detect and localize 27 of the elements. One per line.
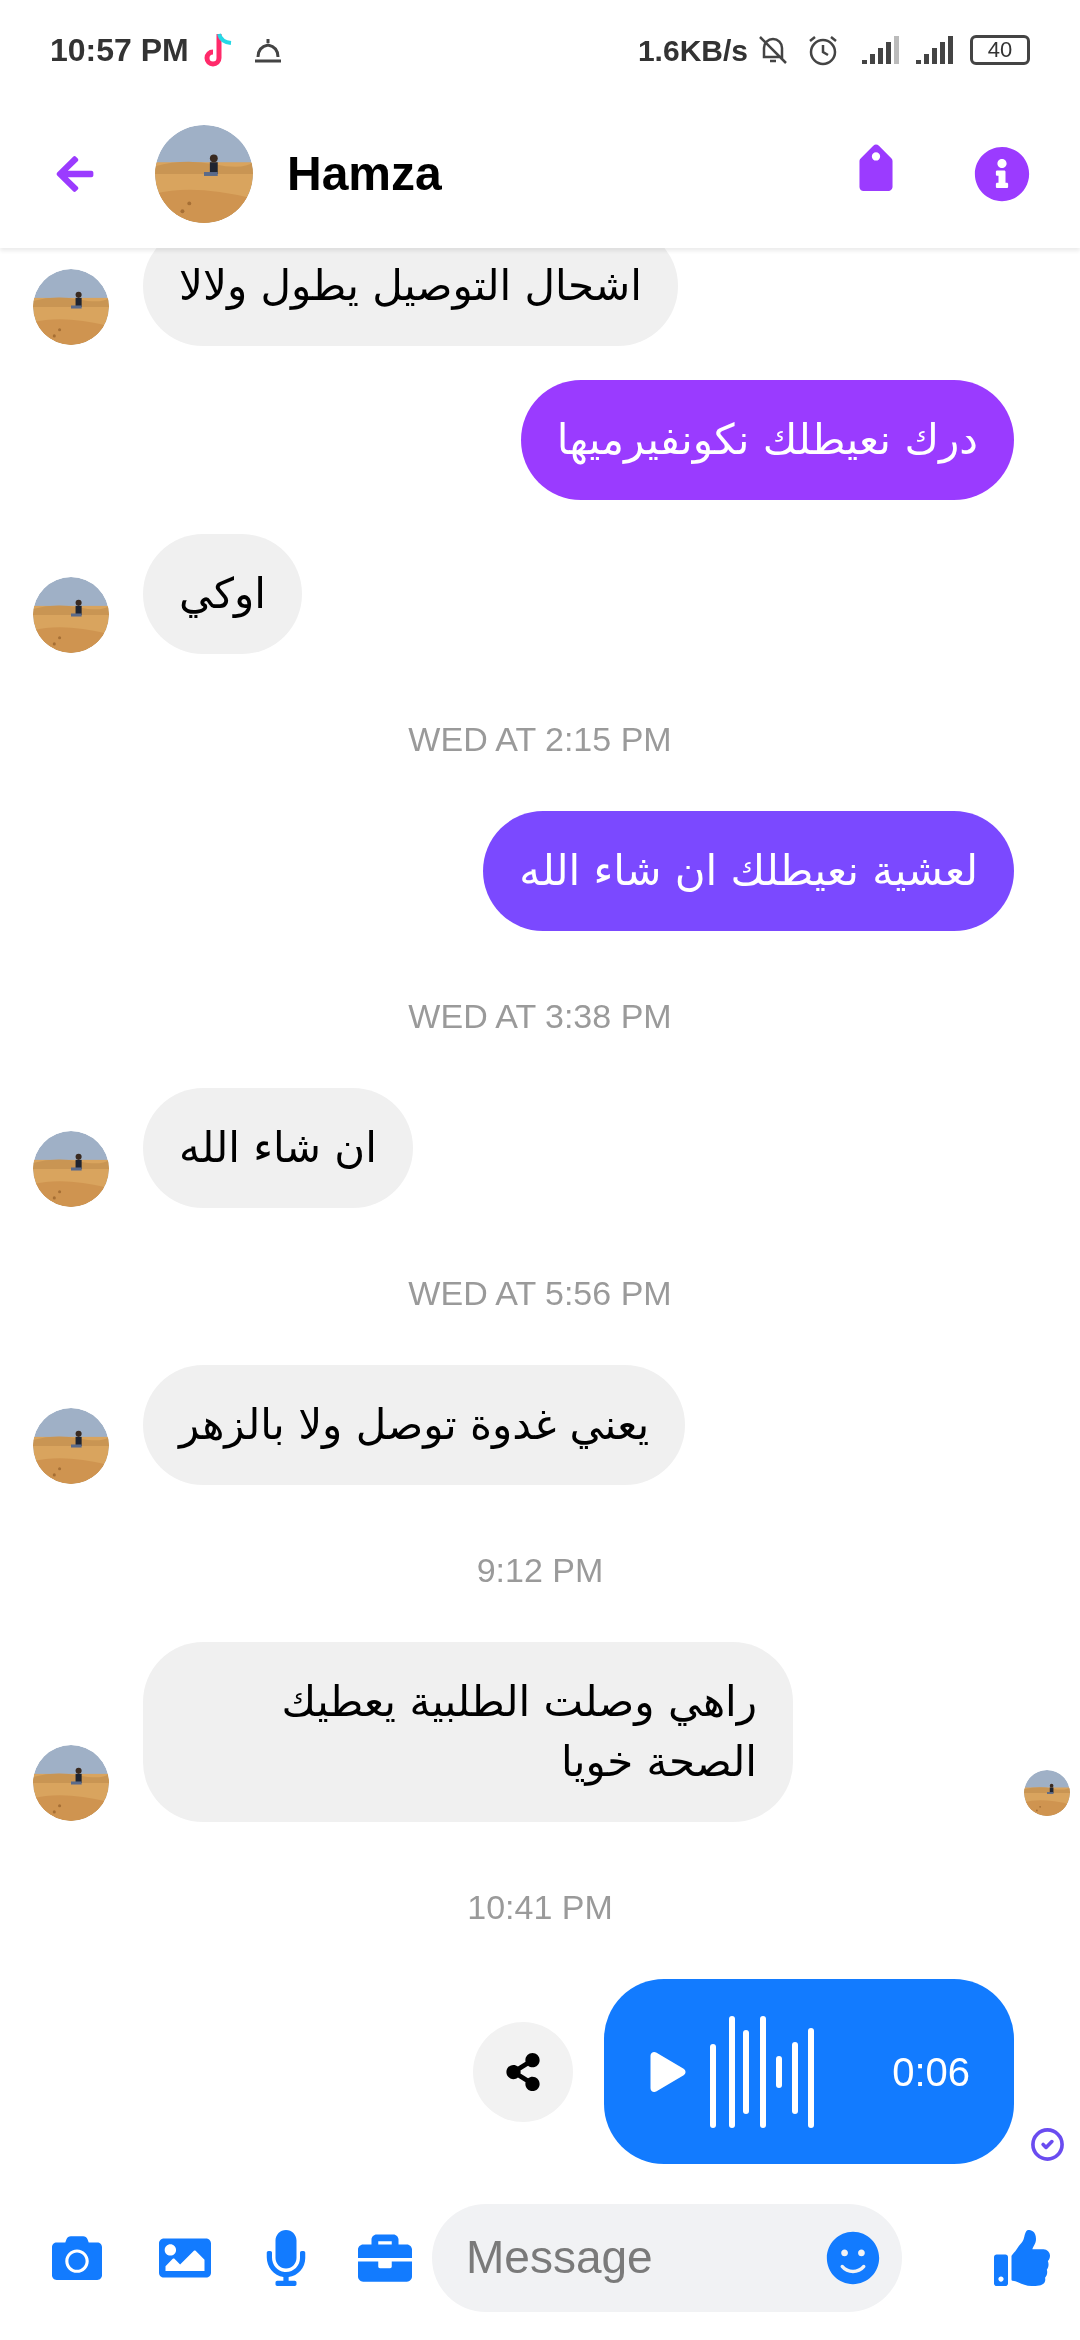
message-bubble: درك نعيطلك نكونفيرميها <box>520 380 1014 500</box>
message-bubble: ان شاء الله <box>143 1088 413 1208</box>
message-field[interactable]: Message <box>432 2203 902 2312</box>
like-icon[interactable] <box>994 2228 1050 2287</box>
signal-icon <box>862 36 902 64</box>
emoji-icon[interactable] <box>826 2230 880 2285</box>
message-bubble: اوكي <box>143 534 302 654</box>
signal-icon <box>916 36 956 64</box>
message-bubble: يعني غدوة توصل ولا بالزهر <box>143 1365 686 1485</box>
microphone-icon[interactable] <box>264 2229 308 2286</box>
battery-indicator: 40 <box>970 35 1030 65</box>
timestamp: 9:12 PM <box>476 1550 604 1590</box>
audio-duration: 0:06 <box>892 2048 970 2096</box>
play-icon[interactable] <box>648 2051 688 2092</box>
timestamp: WED AT 2:15 PM <box>408 719 672 759</box>
timestamp: WED AT 5:56 PM <box>408 1273 672 1313</box>
waveform-icon <box>710 2015 814 2128</box>
timestamp: 10:41 PM <box>467 1887 613 1927</box>
network-speed: 1.6KB/s <box>637 32 748 69</box>
message-input[interactable]: Message <box>466 2223 826 2292</box>
message-bubble: راهي وصلت الطلبية يعطيك الصحة خويا <box>143 1642 793 1822</box>
clock: 10:57 PM <box>50 31 189 70</box>
info-icon[interactable] <box>974 146 1030 202</box>
contact-name[interactable]: Hamza <box>287 138 442 210</box>
timestamp: WED AT 3:38 PM <box>408 996 672 1036</box>
share-icon <box>504 2053 542 2091</box>
message-bubble: لعشية نعيطلك ان شاء الله <box>483 811 1014 931</box>
